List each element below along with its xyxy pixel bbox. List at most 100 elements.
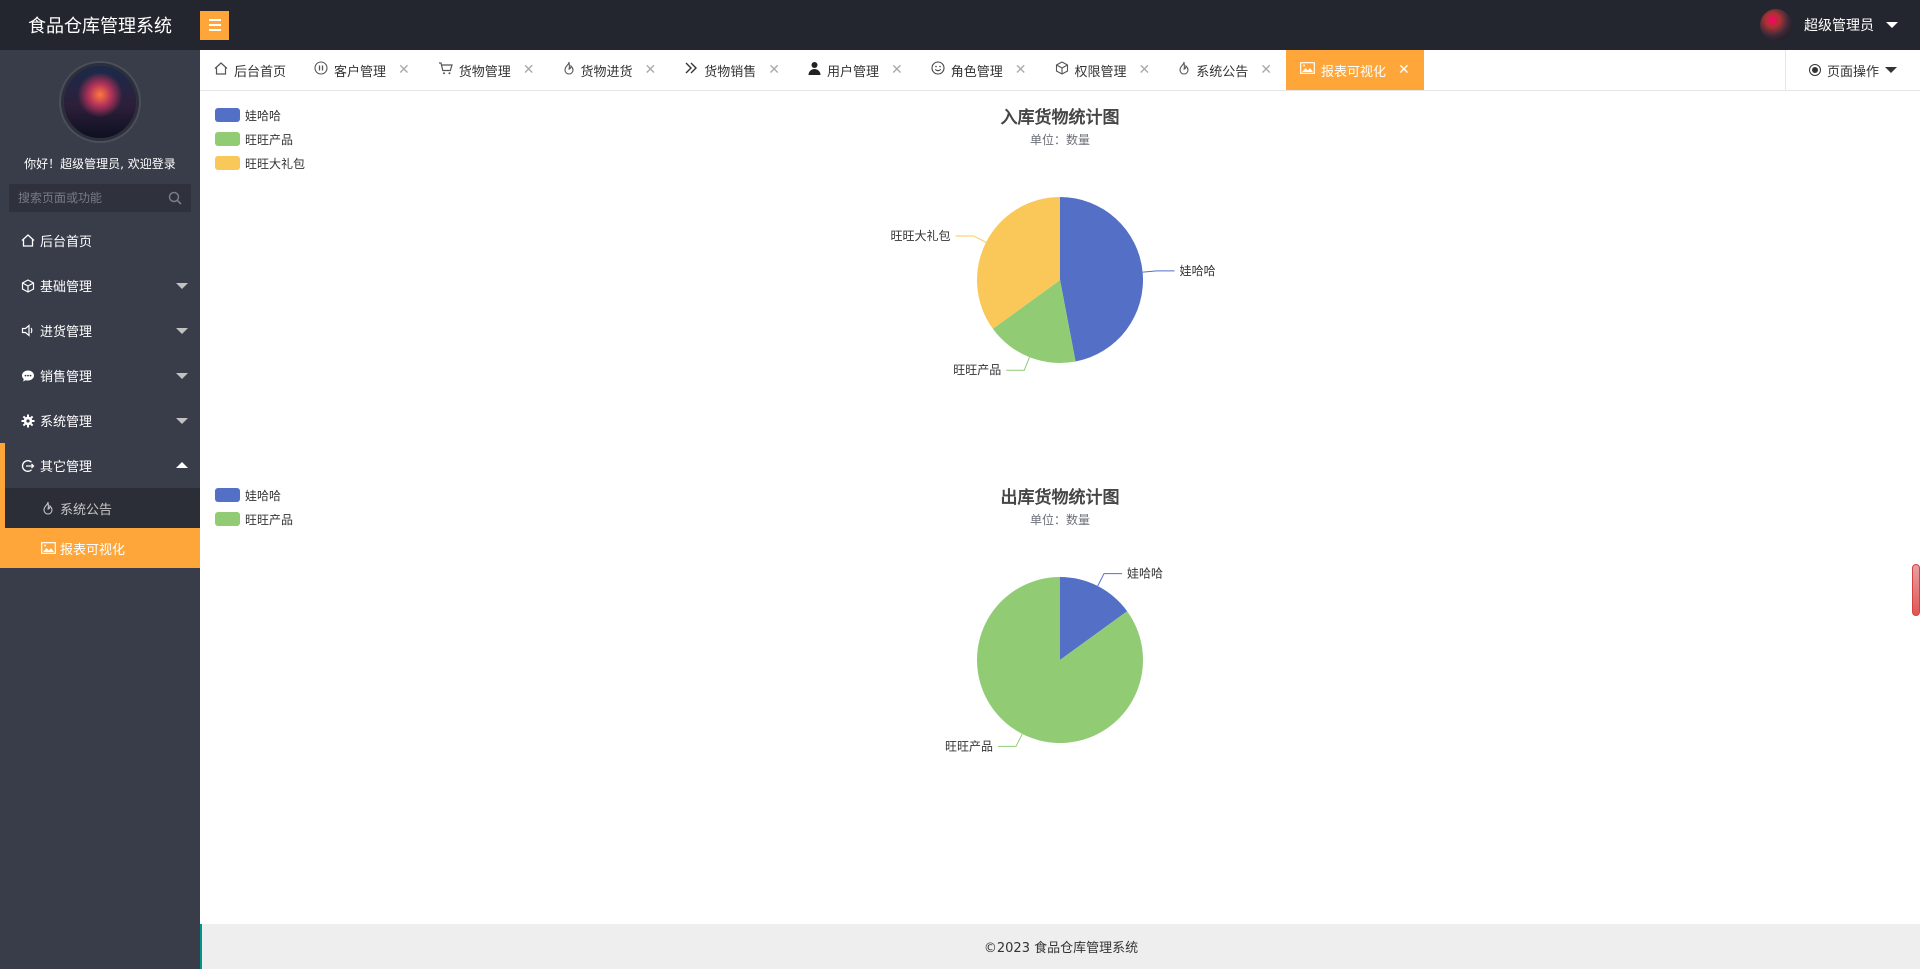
sidebar-item-announcement[interactable]: 系统公告 [0, 488, 200, 528]
target-icon [1808, 64, 1821, 76]
pause-icon [314, 61, 328, 79]
top-header: 食品仓库管理系统 超级管理员 [0, 0, 1920, 50]
close-icon[interactable]: ✕ [1139, 62, 1151, 78]
hamburger-icon [208, 19, 221, 21]
footer: ©2023 食品仓库管理系统 [200, 924, 1920, 969]
chart2-pie: 娃哈哈旺旺产品 [945, 567, 1163, 754]
tab-report[interactable]: 报表可视化 ✕ [1286, 50, 1424, 90]
close-icon[interactable]: ✕ [1015, 62, 1027, 78]
sidebar-item-report[interactable]: 报表可视化 [0, 528, 200, 568]
sidebar-item-label: 销售管理 [40, 370, 93, 385]
main-content: 娃哈哈 旺旺产品 旺旺大礼包 入库货物统计图 单位：数量 娃哈哈 旺旺产品 旺旺大礼… [200, 91, 1920, 924]
close-icon[interactable]: ✕ [645, 62, 657, 78]
chevron-up-icon [176, 462, 188, 468]
pie-label-line [1006, 356, 1030, 371]
sidebar-item-sales[interactable]: 销售管理 [0, 353, 200, 398]
tab-label: 货物管理 [458, 64, 511, 80]
chevron-down-icon [176, 283, 188, 289]
user-icon [808, 61, 821, 79]
cube-icon [1055, 61, 1069, 79]
avatar [1760, 9, 1792, 41]
chevron-down-icon [1886, 22, 1898, 28]
tab-roles[interactable]: 角色管理 ✕ [917, 50, 1041, 90]
pie-label: 旺旺产品 [953, 363, 1001, 377]
pie-label-line [997, 733, 1023, 747]
profile-avatar[interactable] [61, 63, 139, 141]
cube-icon [20, 278, 36, 293]
greeting-text: 你好！超级管理员, 欢迎登录 [24, 157, 176, 171]
smile-icon [931, 61, 945, 79]
menu-toggle-button[interactable] [200, 10, 229, 40]
pie-slice[interactable] [1060, 197, 1143, 362]
logout-icon [20, 459, 36, 473]
gear-icon [20, 414, 36, 428]
chevron-down-icon [176, 418, 188, 424]
double-right-icon [684, 62, 698, 78]
close-icon[interactable]: ✕ [768, 62, 780, 78]
sidebar-item-basic[interactable]: 基础管理 [0, 263, 200, 308]
sidebar-submenu: 系统公告 报表可视化 [0, 488, 200, 568]
sidebar-item-label: 进货管理 [40, 325, 93, 340]
chevron-down-icon [176, 328, 188, 334]
sidebar-item-other[interactable]: 其它管理 [0, 443, 200, 488]
close-icon[interactable]: ✕ [398, 62, 410, 78]
tab-goods[interactable]: 货物管理 ✕ [424, 50, 549, 90]
tab-label: 角色管理 [950, 64, 1003, 80]
user-menu[interactable]: 超级管理员 [1760, 0, 1898, 50]
tab-sales[interactable]: 货物销售 ✕ [670, 50, 794, 90]
footer-text: ©2023 食品仓库管理系统 [983, 941, 1139, 956]
tab-label: 货物进货 [580, 64, 633, 80]
tab-label: 用户管理 [827, 64, 880, 80]
fire-icon [40, 501, 56, 515]
tab-home[interactable]: 后台首页 [200, 50, 300, 90]
sidebar-item-label: 后台首页 [40, 235, 93, 250]
sidebar-nav: 后台首页 基础管理 进货管理 销售管理 系统管理 其它管理 系统公告 报表可视化 [0, 218, 200, 568]
home-icon [20, 234, 36, 247]
chat-icon [20, 369, 36, 383]
scrollbar-thumb[interactable] [1912, 564, 1920, 616]
picture-icon [40, 542, 56, 554]
page-operations-dropdown[interactable]: 页面操作 [1785, 50, 1920, 90]
tab-label: 报表可视化 [1321, 64, 1387, 80]
picture-icon [1300, 62, 1315, 78]
sidebar: 你好！超级管理员, 欢迎登录 后台首页 基础管理 进 [0, 50, 200, 969]
tab-permissions[interactable]: 权限管理 ✕ [1041, 50, 1165, 90]
page-ops-label: 页面操作 [1826, 64, 1879, 80]
search-input[interactable] [18, 191, 168, 205]
sidebar-item-label: 其它管理 [40, 460, 93, 475]
sidebar-item-label: 基础管理 [40, 280, 93, 295]
pie-label: 旺旺产品 [945, 739, 993, 753]
tab-label: 系统公告 [1196, 64, 1249, 80]
search-icon[interactable] [168, 191, 182, 205]
speaker-icon [20, 324, 36, 337]
tab-customers[interactable]: 客户管理 ✕ [300, 50, 424, 90]
tab-purchase[interactable]: 货物进货 ✕ [549, 50, 671, 90]
close-icon[interactable]: ✕ [1260, 62, 1272, 78]
home-icon [214, 61, 228, 79]
sidebar-sub-label: 报表可视化 [60, 542, 126, 558]
pie-label-line [1142, 270, 1175, 273]
app-title: 食品仓库管理系统 [28, 16, 172, 37]
tab-label: 客户管理 [334, 64, 387, 80]
chart1-pie: 娃哈哈旺旺产品 旺旺大礼包 [891, 197, 1216, 377]
tab-announcement[interactable]: 系统公告 ✕ [1164, 50, 1286, 90]
tab-bar: 后台首页 客户管理 ✕ 货物管理 ✕ 货物进货 ✕ 货物销售 ✕ 用户管理 ✕ [200, 50, 1920, 91]
pie-label: 旺旺大礼包 [891, 228, 951, 243]
profile-panel: 你好！超级管理员, 欢迎登录 [0, 50, 200, 212]
sidebar-item-system[interactable]: 系统管理 [0, 398, 200, 443]
pie-label-line [1097, 573, 1123, 587]
user-name: 超级管理员 [1804, 18, 1874, 34]
sidebar-search [9, 184, 191, 212]
pie-label-line [955, 235, 987, 243]
pie-label: 娃哈哈 [1180, 264, 1216, 278]
chevron-down-icon [176, 373, 188, 379]
sidebar-item-purchase[interactable]: 进货管理 [0, 308, 200, 353]
sidebar-item-home[interactable]: 后台首页 [0, 218, 200, 263]
tab-label: 货物销售 [704, 64, 757, 80]
sidebar-item-label: 系统管理 [40, 415, 93, 430]
close-icon[interactable]: ✕ [1398, 62, 1410, 78]
close-icon[interactable]: ✕ [891, 62, 903, 78]
tab-users[interactable]: 用户管理 ✕ [794, 50, 917, 90]
fire-icon [1178, 61, 1190, 79]
close-icon[interactable]: ✕ [523, 62, 535, 78]
